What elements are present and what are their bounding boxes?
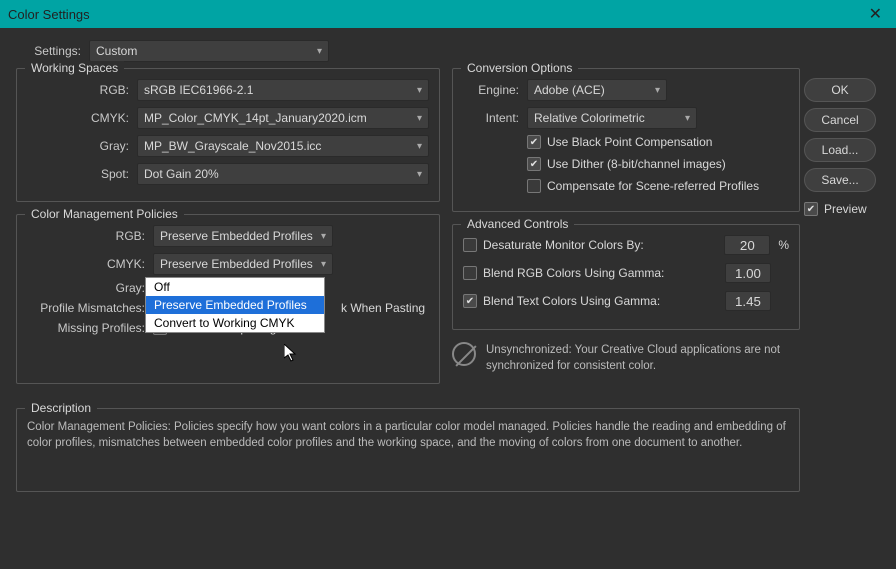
chevron-down-icon: ▾ <box>321 231 326 242</box>
blend-rgb-input[interactable] <box>725 263 771 283</box>
save-button[interactable]: Save... <box>804 168 876 192</box>
working-spaces-legend: Working Spaces <box>25 61 124 75</box>
ws-gray-select[interactable]: MP_BW_Grayscale_Nov2015.icc▾ <box>137 135 429 157</box>
desat-label: Desaturate Monitor Colors By: <box>483 238 724 252</box>
blend-text-checkbox[interactable]: ✔ <box>463 294 477 308</box>
mismatch-paste-text: k When Pasting <box>341 301 425 315</box>
pol-cmyk-label: CMYK: <box>27 257 145 271</box>
compensate-label: Compensate for Scene-referred Profiles <box>547 179 759 193</box>
working-spaces-group: Working Spaces RGB:sRGB IEC61966-2.1▾ CM… <box>16 68 440 202</box>
intent-select[interactable]: Relative Colorimetric▾ <box>527 107 697 129</box>
ok-button[interactable]: OK <box>804 78 876 102</box>
desat-checkbox[interactable] <box>463 238 477 252</box>
engine-label: Engine: <box>463 83 519 97</box>
cancel-button[interactable]: Cancel <box>804 108 876 132</box>
settings-select[interactable]: Custom▾ <box>89 40 329 62</box>
pol-gray-label: Gray: <box>27 281 145 295</box>
blend-rgb-label: Blend RGB Colors Using Gamma: <box>483 266 725 280</box>
ws-cmyk-label: CMYK: <box>27 111 129 125</box>
percent-label: % <box>778 238 789 252</box>
preview-checkbox[interactable]: ✔ <box>804 202 818 216</box>
chevron-down-icon: ▾ <box>417 113 422 124</box>
dropdown-option-preserve[interactable]: Preserve Embedded Profiles <box>146 296 324 314</box>
conversion-group: Conversion Options Engine:Adobe (ACE)▾ I… <box>452 68 800 212</box>
compensate-checkbox[interactable] <box>527 179 541 193</box>
description-text: Color Management Policies: Policies spec… <box>27 419 789 481</box>
ws-gray-label: Gray: <box>27 139 129 153</box>
chevron-down-icon: ▾ <box>685 113 690 124</box>
chevron-down-icon: ▾ <box>321 259 326 270</box>
chevron-down-icon: ▾ <box>417 169 422 180</box>
chevron-down-icon: ▾ <box>417 85 422 96</box>
dither-label: Use Dither (8-bit/channel images) <box>547 157 726 171</box>
advanced-group: Advanced Controls Desaturate Monitor Col… <box>452 224 800 330</box>
close-icon[interactable]: ✕ <box>863 4 888 24</box>
policies-group: Color Management Policies RGB:Preserve E… <box>16 214 440 384</box>
preview-label: Preview <box>824 202 867 216</box>
pol-rgb-select[interactable]: Preserve Embedded Profiles▾ <box>153 225 333 247</box>
desat-input[interactable] <box>724 235 770 255</box>
ws-rgb-label: RGB: <box>27 83 129 97</box>
sync-text: Unsynchronized: Your Creative Cloud appl… <box>486 342 800 374</box>
description-group: Description Color Management Policies: P… <box>16 408 800 492</box>
load-button[interactable]: Load... <box>804 138 876 162</box>
settings-label: Settings: <box>16 44 81 58</box>
description-legend: Description <box>25 401 97 415</box>
cmyk-policy-dropdown[interactable]: Off Preserve Embedded Profiles Convert t… <box>145 277 325 333</box>
window-title: Color Settings <box>8 7 90 22</box>
pol-mismatch-label: Profile Mismatches: <box>27 301 145 315</box>
unsync-icon <box>452 342 476 366</box>
blend-text-label: Blend Text Colors Using Gamma: <box>483 294 725 308</box>
pol-rgb-label: RGB: <box>27 229 145 243</box>
bpc-checkbox[interactable]: ✔ <box>527 135 541 149</box>
dropdown-option-off[interactable]: Off <box>146 278 324 296</box>
chevron-down-icon: ▾ <box>417 141 422 152</box>
advanced-legend: Advanced Controls <box>461 217 574 231</box>
ws-cmyk-select[interactable]: MP_Color_CMYK_14pt_January2020.icm▾ <box>137 107 429 129</box>
chevron-down-icon: ▾ <box>655 85 660 96</box>
engine-select[interactable]: Adobe (ACE)▾ <box>527 79 667 101</box>
blend-text-input[interactable] <box>725 291 771 311</box>
titlebar: Color Settings ✕ <box>0 0 896 28</box>
ws-spot-label: Spot: <box>27 167 129 181</box>
ws-rgb-select[interactable]: sRGB IEC61966-2.1▾ <box>137 79 429 101</box>
bpc-label: Use Black Point Compensation <box>547 135 712 149</box>
blend-rgb-checkbox[interactable] <box>463 266 477 280</box>
chevron-down-icon: ▾ <box>317 46 322 57</box>
dropdown-option-convert[interactable]: Convert to Working CMYK <box>146 314 324 332</box>
pol-missing-label: Missing Profiles: <box>27 321 145 335</box>
sync-status: Unsynchronized: Your Creative Cloud appl… <box>452 342 800 374</box>
policies-legend: Color Management Policies <box>25 207 184 221</box>
intent-label: Intent: <box>463 111 519 125</box>
conversion-legend: Conversion Options <box>461 61 578 75</box>
ws-spot-select[interactable]: Dot Gain 20%▾ <box>137 163 429 185</box>
dither-checkbox[interactable]: ✔ <box>527 157 541 171</box>
pol-cmyk-select[interactable]: Preserve Embedded Profiles▾ <box>153 253 333 275</box>
